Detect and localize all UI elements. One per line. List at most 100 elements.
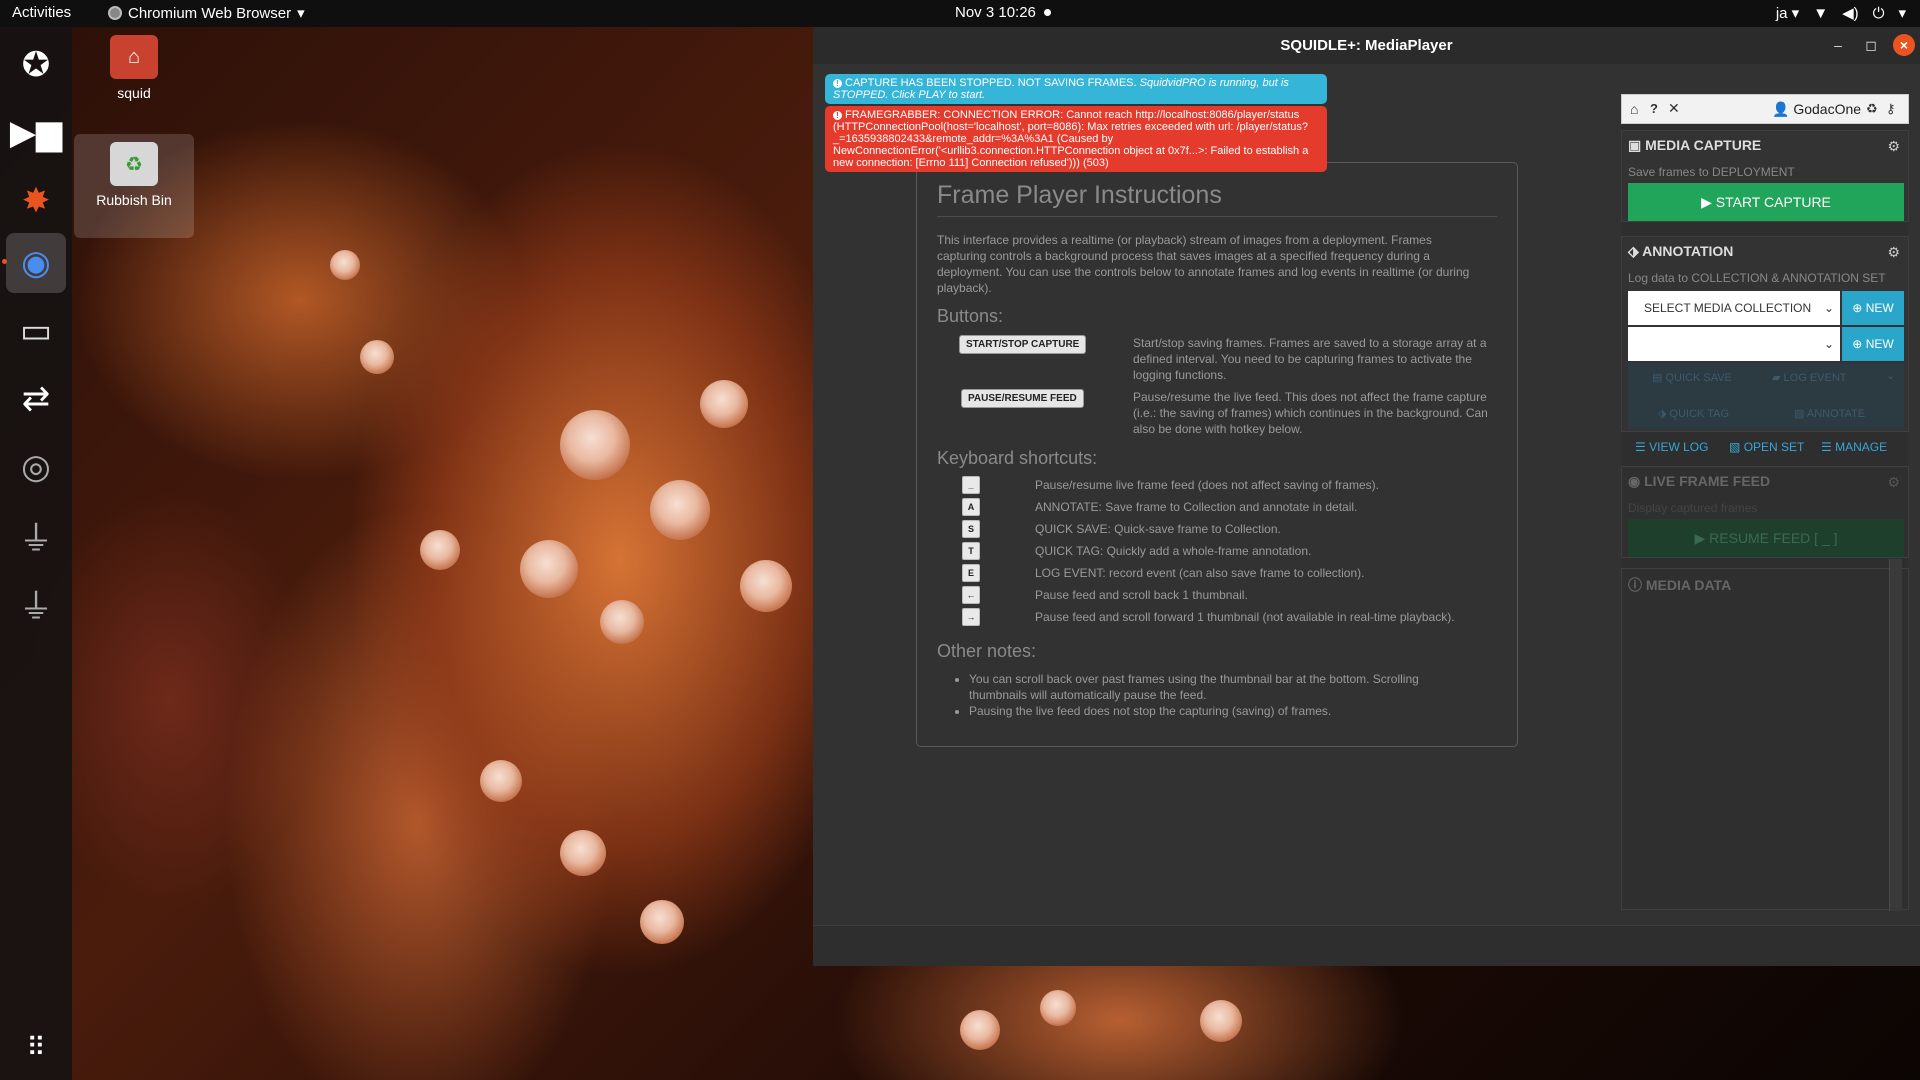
trash-icon: ♻	[110, 142, 158, 186]
alert-danger-text: FRAMEGRABBER: CONNECTION ERROR: Cannot r…	[833, 109, 1309, 169]
annotation-title: ANNOTATION	[1642, 243, 1734, 259]
dock-app-usb-1[interactable]: ⏚	[6, 505, 66, 565]
dock-app-chromium[interactable]: ◉	[2, 233, 66, 293]
close-button[interactable]: ×	[1893, 34, 1915, 56]
image-icon: ▧	[1794, 408, 1805, 420]
user-icon: 👤	[1772, 101, 1790, 117]
view-log-link[interactable]: ☰ VIEW LOG	[1635, 440, 1708, 454]
show-applications-button[interactable]: ⠿	[6, 1017, 66, 1077]
dock-app-terminal[interactable]: ▶▆	[6, 103, 66, 163]
activities-button[interactable]: Activities	[12, 4, 71, 21]
desktop-icon-squid[interactable]: ⌂ squid	[74, 35, 194, 101]
media-collection-select[interactable]: SELECT MEDIA COLLECTION ⌄	[1628, 291, 1840, 325]
quick-tag-button[interactable]: ⬗ QUICK TAG	[1658, 407, 1729, 420]
annotate-label: ANNOTATE	[1806, 408, 1866, 420]
media-capture-card: ▣ MEDIA CAPTURE ⚙ Save frames to DEPLOYM…	[1621, 130, 1909, 222]
dock-app-disks[interactable]: ◎	[6, 437, 66, 497]
wallpaper-sucker	[520, 540, 578, 598]
thumbnail-bar[interactable]	[813, 925, 1920, 966]
media-data-heading: ⓘ MEDIA DATA	[1628, 575, 1731, 595]
annotation-heading: ⬗ ANNOTATION	[1628, 243, 1733, 260]
chevron-down-icon: ⌄	[1823, 337, 1834, 351]
media-capture-heading: ▣ MEDIA CAPTURE	[1628, 137, 1761, 154]
list-icon: ☰	[1635, 440, 1646, 454]
gear-icon[interactable]: ⚙	[1887, 138, 1900, 155]
notes-heading: Other notes:	[937, 641, 1037, 661]
log-event-button[interactable]: ▰ LOG EVENT	[1772, 371, 1847, 384]
system-tray[interactable]: ja ▾ ▼ ◀) ⏻ ▾	[1776, 4, 1906, 23]
control-sidebar: ⌂ ? ✕ 👤 GodacOne ♻ ⚷ ▣ MEDIA CAPTURE ⚙ S…	[1621, 94, 1909, 911]
gear-icon[interactable]: ⚙	[1887, 244, 1900, 261]
app-menu[interactable]: Chromium Web Browser ▾	[108, 4, 305, 22]
wallpaper-sucker	[480, 760, 522, 802]
start-capture-button[interactable]: ▶ START CAPTURE	[1628, 183, 1904, 221]
resume-feed-label: RESUME FEED [ _ ]	[1709, 530, 1838, 546]
resume-feed-button[interactable]: ▶ RESUME FEED [ _ ]	[1628, 519, 1904, 557]
fullscreen-icon[interactable]: ✕	[1668, 100, 1680, 117]
open-set-link[interactable]: ▧ OPEN SET	[1729, 440, 1804, 454]
annotate-button[interactable]: ▧ ANNOTATE	[1794, 407, 1865, 420]
top-bar: Activities Chromium Web Browser ▾ Nov 3 …	[0, 0, 1920, 27]
capture-stopped-alert: ! CAPTURE HAS BEEN STOPPED. NOT SAVING FR…	[825, 74, 1327, 104]
desktop-icon-label: Rubbish Bin	[96, 192, 172, 208]
dock-app-squid[interactable]: ✪	[6, 35, 66, 95]
key-icon[interactable]: ⚷	[1886, 101, 1896, 117]
minimize-button[interactable]: –	[1827, 34, 1849, 56]
desktop-icon-rubbish-bin[interactable]: ♻ Rubbish Bin	[74, 134, 194, 238]
shortcuts-heading: Keyboard shortcuts:	[937, 448, 1098, 468]
browser-window: SQUIDLE+: MediaPlayer – ◻ × Frame Player…	[813, 27, 1920, 966]
media-capture-title: MEDIA CAPTURE	[1645, 137, 1762, 153]
home-folder-icon: ⌂	[110, 35, 158, 79]
wallpaper-sucker	[700, 380, 748, 428]
log-event-dropdown[interactable]: ⌄	[1886, 369, 1895, 382]
comment-icon: ▰	[1772, 372, 1781, 384]
error-icon: !	[833, 111, 842, 120]
help-icon[interactable]: ?	[1650, 101, 1658, 116]
user-menu[interactable]: 👤 GodacOne	[1772, 101, 1861, 118]
chevron-down-icon: ⌄	[1823, 301, 1834, 315]
quick-tag-label: QUICK TAG	[1669, 408, 1730, 420]
dock-app-usb-2[interactable]: ⏚	[6, 573, 66, 633]
new-collection-button[interactable]: ⊕ NEW	[1842, 291, 1904, 325]
tag-icon: ⬗	[1628, 243, 1639, 259]
start-stop-capture-label: START/STOP CAPTURE	[959, 335, 1087, 354]
page-content: Frame Player Instructions This interface…	[813, 64, 1920, 925]
sidebar-scrollbar[interactable]	[1889, 559, 1902, 911]
home-icon[interactable]: ⌂	[1630, 101, 1638, 117]
dock-app-files[interactable]: ▭	[6, 301, 66, 361]
maximize-button[interactable]: ◻	[1860, 34, 1882, 56]
gear-icon[interactable]: ⚙	[1887, 474, 1900, 491]
annotation-card: ⬗ ANNOTATION ⚙ Log data to COLLECTION & …	[1621, 236, 1909, 432]
dock-app-transfer[interactable]: ⇄	[6, 369, 66, 429]
wallpaper-sucker	[650, 480, 710, 540]
recycle-icon[interactable]: ♻	[1866, 101, 1878, 117]
media-data-card: ⓘ MEDIA DATA	[1621, 568, 1909, 910]
new-annotation-set-button[interactable]: ⊕ NEW	[1842, 327, 1904, 361]
live-feed-heading: ◉ LIVE FRAME FEED	[1628, 473, 1770, 490]
shortcut-key: E	[962, 564, 980, 582]
wallpaper-sucker	[330, 250, 360, 280]
floppy-icon: ▤	[1652, 372, 1663, 384]
dock: ✪ ▶▆ ✸ ◉ ▭ ⇄ ◎ ⏚ ⏚ ⠿	[0, 27, 72, 1080]
buttons-heading: Buttons:	[937, 306, 1004, 326]
shortcut-desc: QUICK TAG: Quickly add a whole-frame ann…	[1035, 544, 1312, 558]
view-log-label: VIEW LOG	[1649, 440, 1709, 454]
annotation-set-select[interactable]: ⌄	[1628, 327, 1840, 361]
disk-icon: ◎	[21, 448, 51, 486]
shortcut-key: S	[962, 520, 980, 538]
window-titlebar[interactable]: SQUIDLE+: MediaPlayer – ◻ ×	[813, 27, 1920, 64]
note-item: Pausing the live feed does not stop the …	[969, 703, 1469, 719]
manage-link[interactable]: ☰ MANAGE	[1821, 440, 1887, 454]
quick-save-button[interactable]: ▤ QUICK SAVE	[1652, 371, 1732, 384]
wallpaper-sucker	[600, 600, 644, 644]
dock-app-updater[interactable]: ✸	[6, 171, 66, 231]
play-icon: ▶	[1694, 530, 1706, 546]
clock[interactable]: Nov 3 10:26	[955, 4, 1051, 21]
shortcut-key: ←	[962, 586, 980, 604]
wallpaper-sucker	[1200, 1000, 1242, 1042]
plus-circle-icon: ⊕	[1852, 337, 1863, 351]
media-capture-subtitle: Save frames to DEPLOYMENT	[1628, 165, 1795, 179]
input-method[interactable]: ja ▾	[1776, 4, 1799, 22]
wallpaper-sucker	[420, 530, 460, 570]
chromium-icon	[108, 6, 122, 20]
